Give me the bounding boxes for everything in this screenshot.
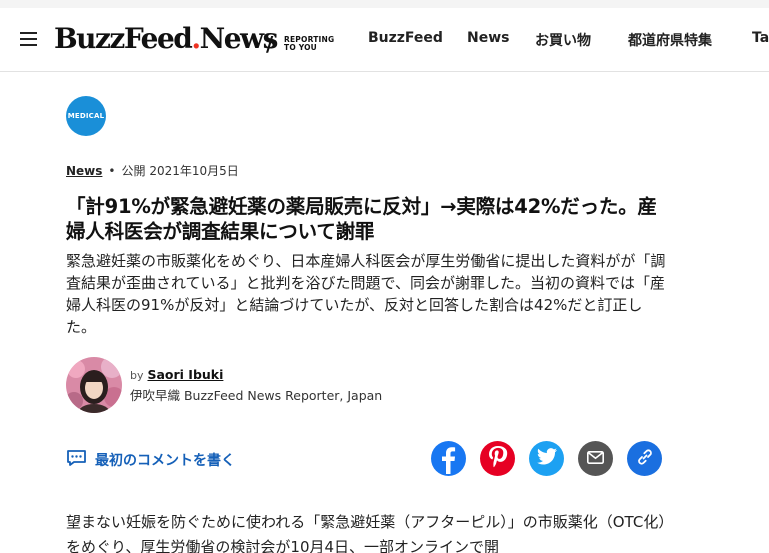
menu-icon[interactable] bbox=[20, 32, 37, 46]
nav-buzzfeed[interactable]: BuzzFeed bbox=[368, 30, 443, 46]
site-header: BuzzFeed.News / REPORTING TO YOU BuzzFee… bbox=[0, 8, 769, 72]
tagline-line2: TO YOU bbox=[284, 43, 317, 52]
share-link-button[interactable] bbox=[627, 441, 662, 476]
nav-more[interactable]: Ta bbox=[752, 30, 769, 46]
comment-icon bbox=[66, 449, 87, 471]
author-role: 伊吹早織 BuzzFeed News Reporter, Japan bbox=[130, 388, 383, 403]
top-strip bbox=[0, 0, 769, 8]
nav-shopping[interactable]: お買い物 bbox=[535, 30, 591, 50]
section-link[interactable]: News bbox=[66, 164, 102, 178]
published-date: 公開 2021年10月5日 bbox=[121, 164, 239, 178]
article-title: 「計91%が緊急避妊薬の薬局販売に反対」→実際は42%だった。産婦人科医会が調査… bbox=[66, 195, 657, 243]
facebook-icon bbox=[431, 439, 466, 478]
share-pinterest-button[interactable] bbox=[480, 441, 515, 476]
share-mail-button[interactable] bbox=[578, 441, 613, 476]
pinterest-icon bbox=[487, 445, 509, 473]
author-byline: by Saori Ibuki 伊吹早織 BuzzFeed News Report… bbox=[130, 367, 382, 404]
twitter-icon bbox=[536, 448, 557, 469]
author-avatar[interactable] bbox=[66, 357, 122, 413]
nav-news[interactable]: News bbox=[467, 30, 509, 46]
tagline: REPORTING TO YOU bbox=[284, 36, 334, 52]
buzzfeed-news-logo[interactable]: BuzzFeed.News bbox=[54, 22, 278, 55]
nav-prefecture[interactable]: 都道府県特集 bbox=[628, 30, 712, 50]
article-meta: News • 公開 2021年10月5日 bbox=[66, 162, 239, 179]
link-icon bbox=[636, 448, 654, 470]
share-facebook-button[interactable] bbox=[431, 441, 466, 476]
first-comment-link[interactable]: 最初のコメントを書く bbox=[66, 449, 235, 471]
medical-badge[interactable]: MEDICAL bbox=[66, 96, 106, 136]
article-body-paragraph: 望まない妊娠を防ぐために使われる「緊急避妊薬（アフターピル）」の市販薬化（OTC… bbox=[66, 513, 666, 553]
logo-buzzfeed-text: BuzzFeed bbox=[54, 22, 193, 55]
author-name-link[interactable]: Saori Ibuki bbox=[147, 367, 223, 382]
meta-separator: • bbox=[108, 164, 116, 178]
logo-dot: . bbox=[191, 22, 201, 55]
comment-link-label: 最初のコメントを書く bbox=[95, 453, 235, 469]
share-twitter-button[interactable] bbox=[529, 441, 564, 476]
article-description: 緊急避妊薬の市販薬化をめぐり、日本産婦人科医会が厚生労働省に提出した資料がが「調… bbox=[66, 252, 666, 336]
logo-slash: / bbox=[266, 32, 274, 56]
mail-icon bbox=[587, 449, 604, 468]
byline-by: by bbox=[130, 369, 144, 382]
